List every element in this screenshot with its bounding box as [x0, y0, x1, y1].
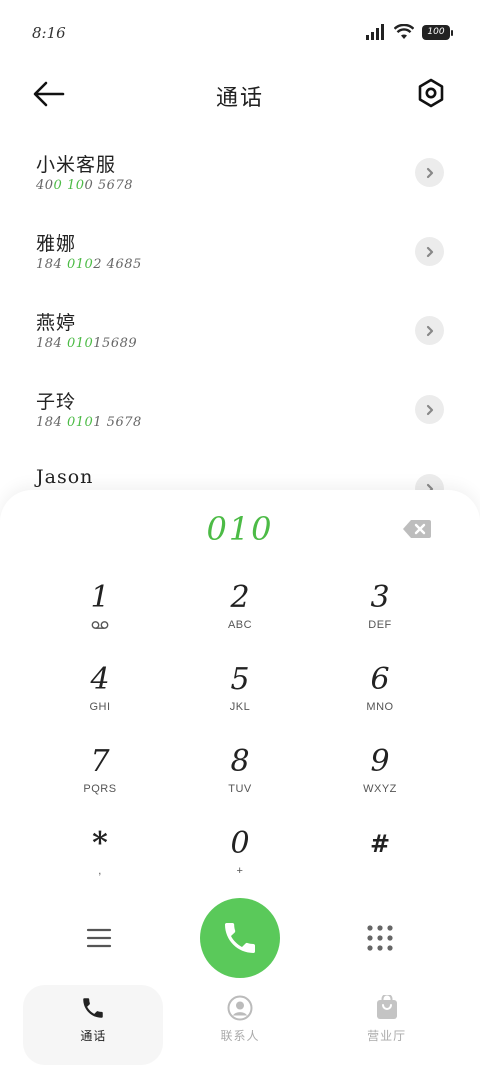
nav-label: 联系人	[220, 1029, 260, 1043]
nav-tab-calls[interactable]: 通话	[23, 985, 164, 1065]
status-icons: 100	[366, 24, 453, 40]
key-digit: 2	[230, 580, 250, 615]
contact-row[interactable]: 小米客服 400 100 5678	[0, 140, 480, 219]
key-letters: PQRS	[83, 783, 117, 795]
dialer-actions	[0, 898, 480, 980]
contact-name: 雅娜	[36, 233, 77, 255]
contact-name: Jason	[36, 466, 94, 488]
wifi-icon	[394, 24, 414, 39]
key-digit: 3	[370, 580, 390, 615]
keypad: 1 2 ABC 3 DEF 4 GHI 5 JKL 6 MNO 7 PQRS 8…	[30, 580, 450, 908]
menu-icon[interactable]	[86, 926, 112, 950]
key-digit: *	[92, 826, 108, 861]
key-3[interactable]: 3 DEF	[310, 580, 450, 662]
key-digit: 5	[230, 662, 250, 697]
key-0[interactable]: 0 +	[170, 826, 310, 908]
nav-label: 通话	[80, 1029, 107, 1043]
backspace-icon[interactable]	[402, 518, 432, 540]
nav-tab-store[interactable]: 营业厅	[317, 985, 457, 1065]
phone-icon	[83, 998, 104, 1018]
key-5[interactable]: 5 JKL	[170, 662, 310, 744]
contact-number: 400 100 5678	[36, 178, 133, 193]
key-digit: 1	[90, 580, 110, 615]
contact-number: 184 0101 5678	[36, 415, 142, 430]
contact-number: 184 01015689	[36, 336, 138, 351]
contact-name: 小米客服	[36, 154, 117, 176]
voicemail-icon	[91, 621, 109, 629]
key-7[interactable]: 7 PQRS	[30, 744, 170, 826]
key-digit: 9	[370, 744, 390, 779]
keypad-grid-icon[interactable]	[366, 924, 394, 952]
key-letters: TUV	[228, 783, 252, 795]
key-digit: 6	[370, 662, 390, 697]
settings-hexagon-icon[interactable]	[416, 78, 446, 108]
store-bag-icon	[376, 995, 397, 1019]
key-2[interactable]: 2 ABC	[170, 580, 310, 662]
key-letters: WXYZ	[363, 783, 397, 795]
contact-number: 184 0102 4685	[36, 257, 142, 272]
chevron-right-icon[interactable]	[415, 395, 444, 424]
key-6[interactable]: 6 MNO	[310, 662, 450, 744]
nav-tab-contacts[interactable]: 联系人	[170, 985, 310, 1065]
contact-row[interactable]: 雅娜 184 0102 4685	[0, 219, 480, 298]
key-letters: MNO	[366, 701, 394, 713]
phone-icon	[225, 923, 255, 953]
key-4[interactable]: 4 GHI	[30, 662, 170, 744]
key-digit: #	[369, 829, 391, 858]
key-8[interactable]: 8 TUV	[170, 744, 310, 826]
dialer-sheet: 010 1 2 ABC 3 DEF 4 GHI 5 JKL 6 MNO 7 PQ…	[0, 490, 480, 1067]
contact-name: 子玲	[36, 391, 77, 413]
key-letters: GHI	[89, 701, 111, 713]
key-digit: 4	[90, 662, 110, 697]
page-title: 通话	[215, 86, 264, 111]
key-star[interactable]: * ,	[30, 826, 170, 908]
call-button[interactable]	[200, 898, 280, 978]
key-hash[interactable]: #	[310, 826, 450, 908]
key-digit: 7	[90, 744, 110, 779]
contact-list: 小米客服 400 100 5678 雅娜 184 0102 4685 燕婷 18…	[0, 140, 480, 535]
key-letters: DEF	[368, 619, 392, 631]
top-bar: 通话	[0, 70, 480, 118]
status-bar: 8:16 100	[0, 0, 480, 64]
key-letters: JKL	[229, 701, 251, 713]
key-letters: +	[236, 865, 244, 877]
contacts-icon	[227, 995, 253, 1021]
chevron-right-icon[interactable]	[415, 158, 444, 187]
chevron-right-icon[interactable]	[415, 316, 444, 345]
key-letters: ,	[98, 865, 102, 877]
contact-row[interactable]: 子玲 184 0101 5678	[0, 377, 480, 456]
bottom-nav: 通话 联系人 营业厅	[0, 985, 480, 1067]
signal-icon	[366, 24, 384, 40]
key-letters: ABC	[227, 619, 253, 631]
contact-row[interactable]: 燕婷 184 01015689	[0, 298, 480, 377]
chevron-right-icon[interactable]	[415, 237, 444, 266]
key-digit: 0	[230, 826, 250, 861]
key-digit: 8	[230, 744, 250, 779]
battery-icon: 100	[422, 24, 453, 40]
key-9[interactable]: 9 WXYZ	[310, 744, 450, 826]
nav-label: 营业厅	[367, 1029, 407, 1043]
status-time: 8:16	[32, 24, 66, 42]
key-1[interactable]: 1	[30, 580, 170, 662]
contact-name: 燕婷	[36, 312, 77, 334]
